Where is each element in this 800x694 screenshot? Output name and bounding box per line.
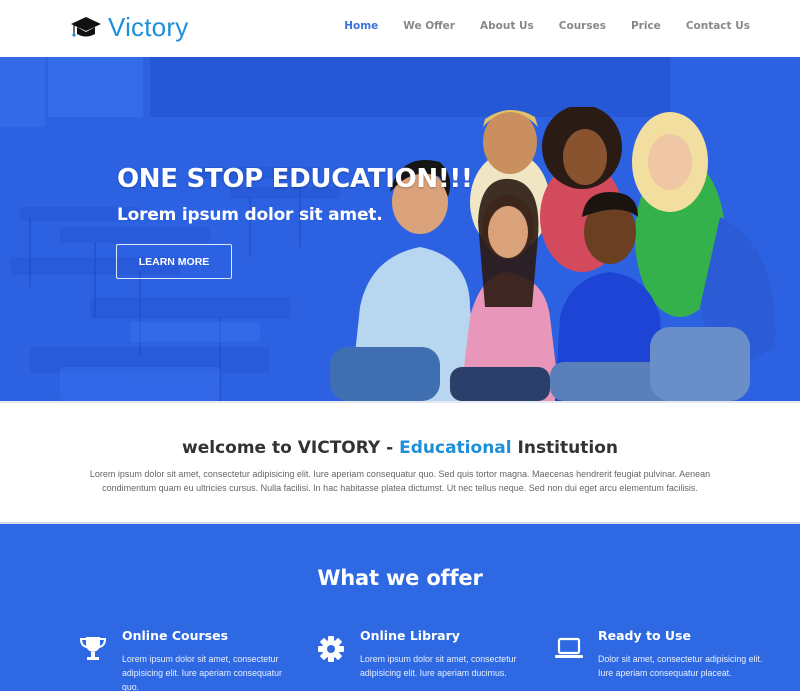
feature-text: Lorem ipsum dolor sit amet, consectetur …: [122, 654, 282, 692]
welcome-title-accent: Educational: [399, 438, 512, 458]
feature-title: Online Library: [360, 628, 460, 643]
laptop-icon: [555, 637, 583, 658]
welcome-title-dash: -: [380, 438, 400, 458]
feature-title: Ready to Use: [598, 628, 691, 643]
feature-text: Lorem ipsum dolor sit amet, consectetur …: [360, 654, 517, 678]
welcome-text: Lorem ipsum dolor sit amet, consectetur …: [89, 469, 711, 493]
site-header: Victory Home We Offer About Us Courses P…: [0, 0, 800, 57]
welcome-section: welcome to VICTORY - Educational Institu…: [0, 401, 800, 522]
welcome-title: welcome to VICTORY - Educational Institu…: [0, 438, 800, 458]
offer-title: What we offer: [317, 566, 483, 590]
hero-subtitle: Lorem ipsum dolor sit amet.: [117, 205, 383, 225]
logo[interactable]: Victory: [70, 12, 188, 43]
welcome-title-suffix: Institution: [511, 438, 618, 458]
main-nav: Home We Offer About Us Courses Price Con…: [319, 20, 750, 32]
nav-contact-us[interactable]: Contact Us: [686, 20, 750, 32]
nav-courses[interactable]: Courses: [559, 20, 606, 32]
offer-section: What we offer Online Courses Lorem ipsum…: [0, 522, 800, 692]
feature-text: Dolor sit amet, consectetur adipisicing …: [598, 654, 763, 678]
gear-icon: [318, 636, 344, 662]
nav-price[interactable]: Price: [631, 20, 661, 32]
nav-about-us[interactable]: About Us: [480, 20, 534, 32]
brand-name: Victory: [108, 12, 189, 42]
learn-more-button[interactable]: LEARN MORE: [116, 244, 232, 279]
welcome-title-prefix: welcome to: [182, 438, 298, 458]
students-photo: [330, 107, 776, 401]
graduation-cap-icon: [71, 16, 101, 37]
welcome-title-brand: VICTORY: [297, 438, 381, 458]
nav-home[interactable]: Home: [344, 20, 378, 32]
hero-banner: ONE STOP EDUCATION!!! Lorem ipsum dolor …: [0, 57, 800, 401]
hero-title: ONE STOP EDUCATION!!!: [117, 164, 473, 194]
trophy-icon: [79, 637, 107, 660]
feature-title: Online Courses: [122, 628, 229, 643]
nav-we-offer[interactable]: We Offer: [403, 20, 455, 32]
